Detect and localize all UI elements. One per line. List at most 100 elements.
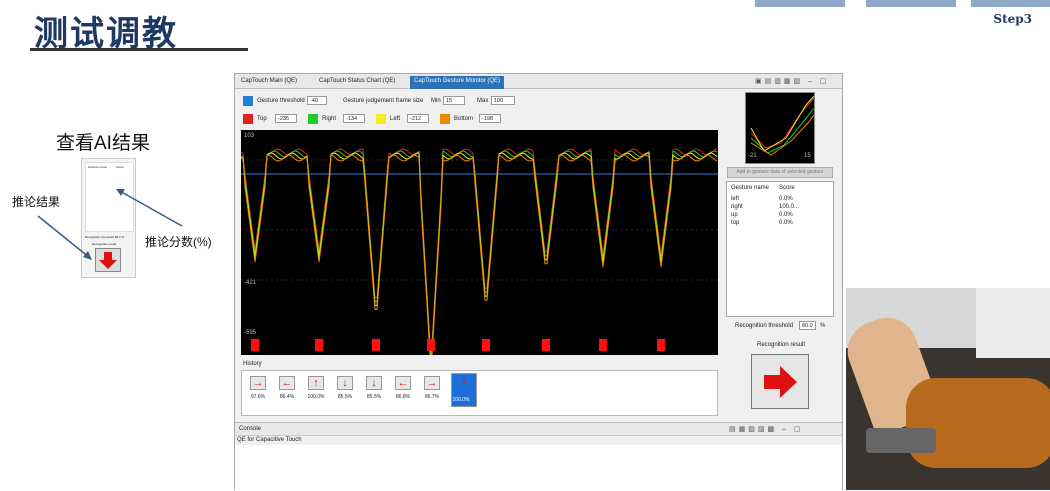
score-header-name: Gesture name	[731, 185, 770, 191]
history-item-button[interactable]: →	[250, 376, 266, 390]
gesture-marker	[427, 339, 435, 351]
recognition-result-button[interactable]	[751, 354, 809, 409]
score-header-score: Score	[779, 185, 795, 191]
console-toolbar-icons[interactable]: ▤▦▧▨▩ – ▢	[729, 425, 803, 433]
top-label: Top	[257, 116, 267, 122]
header-decor-bar	[866, 0, 956, 7]
history-item-value: 86.8%	[395, 394, 411, 400]
history-item-button[interactable]: ↓	[366, 376, 382, 390]
right-swatch	[308, 114, 318, 124]
right-arrow-icon: →	[426, 377, 438, 389]
sleeve	[906, 378, 1050, 468]
right-arrow-icon	[764, 366, 797, 398]
signal-plot-svg	[240, 148, 718, 373]
down-arrow-icon: ↓	[461, 374, 467, 386]
history-item-value: 85.5%	[337, 394, 353, 400]
console-line: QE for Capacitive Touch	[237, 437, 302, 443]
max-field[interactable]: 100	[491, 96, 515, 105]
history-item-button[interactable]: ↑	[308, 376, 324, 390]
gesture-marker	[372, 339, 380, 351]
recognition-threshold-label: Recognition threshold	[735, 323, 794, 329]
plot-tick: -421	[244, 280, 257, 286]
signal-plot: 103 -421 -595	[240, 130, 718, 373]
gesture-marker	[482, 339, 490, 351]
sensor-board	[866, 428, 936, 453]
right-label: Right	[322, 116, 337, 122]
history-item-value: 86.7%	[424, 394, 440, 400]
mini-tick: -21	[748, 153, 757, 159]
score-row-value: 0.0%	[779, 220, 793, 226]
score-table: Gesture name Score left 0.0% right 100.0...…	[726, 181, 834, 317]
gesture-marker	[599, 339, 607, 351]
history-item-value: 86.4%	[279, 394, 295, 400]
history-item-button[interactable]: ←	[395, 376, 411, 390]
tab-bar: CapTouch Main (QE) CapTouch Status Chart…	[235, 74, 842, 89]
gesture-marker	[315, 339, 323, 351]
demo-photo	[846, 288, 1050, 490]
score-row-name: left	[731, 196, 740, 202]
right-value[interactable]: -134	[343, 114, 365, 123]
history-item-value: 100.0%	[307, 394, 325, 400]
gesture-marker	[542, 339, 550, 351]
gesture-threshold-label: Gesture threshold	[257, 98, 305, 104]
right-arrow-icon: →	[252, 377, 264, 389]
console-tab-bar: Console ▤▦▧▨▩ – ▢	[235, 422, 842, 436]
left-value[interactable]: -212	[407, 114, 429, 123]
bottom-value[interactable]: -198	[479, 114, 501, 123]
tab-gesture-monitor[interactable]: CapTouch Gesture Monitor (QE)	[410, 76, 505, 89]
left-swatch	[376, 114, 386, 124]
header-decor-bar	[755, 0, 845, 7]
history-item-value: 97.6%	[250, 394, 266, 400]
max-label: Max	[477, 98, 489, 104]
score-row-name: right	[731, 204, 743, 210]
left-arrow-icon: ←	[281, 377, 293, 389]
mini-trace-plot: -21 15	[745, 92, 815, 164]
history-item-button[interactable]: ↓	[337, 376, 353, 390]
history-panel: → 97.6% ← 86.4% ↑ 100.0% ↓ 85.5% ↓ 85.5% ← 86.8% → 86…	[241, 370, 718, 416]
tab-status-chart[interactable]: CapTouch Status Chart (QE)	[315, 76, 399, 89]
plot-tick: -595	[244, 330, 257, 336]
down-arrow-icon: ↓	[342, 377, 348, 389]
bottom-label: Bottom	[454, 116, 474, 122]
up-arrow-icon: ↑	[313, 377, 319, 389]
gesture-marker	[657, 339, 665, 351]
min-field[interactable]: 15	[443, 96, 465, 105]
recognition-threshold-field[interactable]: 80.0	[799, 321, 816, 330]
history-item-button[interactable]: ←	[279, 376, 295, 390]
top-value[interactable]: -235	[275, 114, 297, 123]
gesture-threshold-field[interactable]: -40	[307, 96, 327, 105]
add-to-gesture-data-button[interactable]: Add to gesture data of selected gesture	[727, 167, 833, 178]
history-item-value: 85.5%	[366, 394, 382, 400]
left-arrow-icon: ←	[397, 377, 409, 389]
monitor-screen	[976, 288, 1050, 358]
tab-captouch-main[interactable]: CapTouch Main (QE)	[237, 76, 301, 89]
history-label: History	[243, 361, 262, 367]
history-item-value: 100.0%	[452, 397, 470, 403]
annotation-arrows	[37, 189, 183, 260]
recognition-result-label: Recognition result	[757, 342, 806, 348]
recognition-threshold-unit: %	[820, 323, 826, 329]
step-label: Step3	[993, 12, 1032, 26]
console-tab[interactable]: Console	[239, 426, 261, 432]
score-row-value: 0.0%	[779, 212, 793, 218]
top-swatch	[243, 114, 253, 124]
signal-trace	[240, 148, 718, 361]
gesture-marker	[251, 339, 259, 351]
down-arrow-icon: ↓	[371, 377, 377, 389]
history-item-button[interactable]: →	[424, 376, 440, 390]
gesture-monitor-window: CapTouch Main (QE) CapTouch Status Chart…	[234, 73, 843, 491]
frame-size-label: Gesture judgement frame size	[343, 98, 424, 104]
score-row-name: top	[731, 220, 740, 226]
view-toolbar-icons[interactable]: ▣▤▥▦▧ – ▢	[755, 77, 829, 85]
signal-trace	[240, 150, 718, 365]
mini-tick: 15	[804, 153, 811, 159]
signal-trace	[240, 154, 718, 373]
console-output	[235, 445, 842, 491]
signal-trace	[240, 152, 718, 369]
plot-tick: 103	[244, 133, 255, 139]
threshold-swatch	[243, 96, 253, 106]
score-row-value: 0.0%	[779, 196, 793, 202]
header-decor-bar	[971, 0, 1050, 7]
bottom-swatch	[440, 114, 450, 124]
score-row-value: 100.0...	[779, 204, 800, 210]
